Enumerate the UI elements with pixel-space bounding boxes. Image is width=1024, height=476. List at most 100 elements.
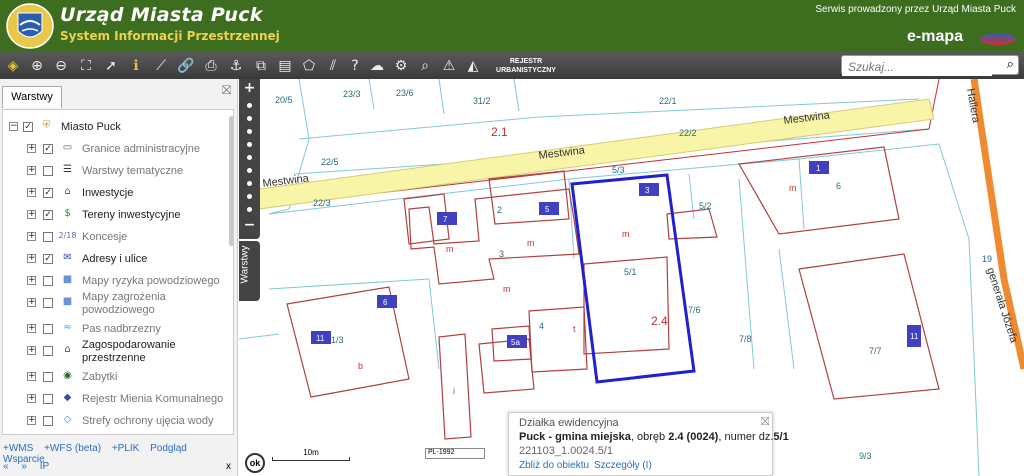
compare-icon[interactable]: ⧉	[251, 56, 271, 76]
expand-icon[interactable]: +	[27, 188, 36, 197]
details-link[interactable]: Szczegóły (I)	[594, 460, 652, 471]
expand-icon[interactable]: +	[27, 254, 36, 263]
expand-icon[interactable]: +	[27, 346, 36, 355]
layer-checkbox[interactable]	[43, 346, 53, 356]
layer-checkbox[interactable]	[43, 166, 53, 176]
popup-parcel-id: 221103_1.0024.5/1	[519, 445, 613, 457]
anchor-icon[interactable]: ⚓	[226, 56, 246, 76]
root-checkbox[interactable]: ✓	[23, 122, 33, 132]
rejestr-urbanistyczny-button[interactable]: REJESTR URBANISTYCZNY	[494, 57, 558, 75]
layer-checkbox[interactable]: ✓	[43, 144, 53, 154]
collapse-icon[interactable]: −	[9, 122, 18, 131]
expand-icon[interactable]: +	[27, 298, 36, 307]
zoom-out-button[interactable]: −	[239, 217, 260, 233]
layer-checkbox[interactable]	[43, 298, 53, 308]
layer-label: powodziowego	[82, 304, 155, 316]
expand-icon[interactable]: +	[27, 144, 36, 153]
panel-collapse-x[interactable]: x	[226, 461, 231, 472]
crs-select[interactable]: PL-1992	[425, 448, 485, 459]
zoom-in-button[interactable]: +	[239, 80, 260, 96]
add-wfs-link[interactable]: +WFS (beta)	[44, 443, 101, 454]
layer-checkbox[interactable]: ✓	[43, 188, 53, 198]
flood-risk-icon: ■	[62, 274, 73, 285]
zoom-level-dot[interactable]	[247, 194, 252, 199]
popup-text-nr: , numer dz.	[718, 431, 774, 443]
parcel-info-popup: Działka ewidencyjna ⛝ Puck - gmina miejs…	[508, 412, 789, 476]
map-label: 7/8	[739, 334, 752, 344]
zoom-in-icon[interactable]: ⊕	[27, 56, 47, 76]
expand-icon[interactable]: +	[27, 166, 36, 175]
layers-panel: Warstwy ⛝ − ✓ ⛨ Miasto Puck + ✓ ▭ Granice a…	[0, 79, 238, 476]
app-title: Urząd Miasta Puck	[60, 4, 263, 26]
add-wms-link[interactable]: +WMS	[3, 443, 33, 454]
tab-warstwy[interactable]: Warstwy	[2, 86, 62, 108]
layer-checkbox[interactable]	[43, 324, 53, 334]
expand-icon[interactable]: +	[27, 372, 36, 381]
address-number: 6	[383, 298, 388, 307]
zoom-out-icon[interactable]: ⊖	[51, 56, 71, 76]
warning-icon[interactable]: ⚠	[439, 56, 459, 76]
zoom-level-dot[interactable]	[247, 129, 252, 134]
cloud-download-icon[interactable]: ☁	[367, 56, 387, 76]
expand-icon[interactable]: +	[27, 324, 36, 333]
hatch-icon[interactable]: ⫽	[323, 56, 343, 76]
settings-icon[interactable]: ⚙	[391, 56, 411, 76]
search-input[interactable]	[842, 58, 992, 76]
lock-icon[interactable]: ◭	[463, 56, 483, 76]
panel-close-icon[interactable]: ⛝	[222, 83, 231, 98]
zoom-slider[interactable]: + −	[239, 79, 260, 239]
layer-label: Granice administracyjne	[82, 143, 200, 155]
layer-checkbox[interactable]	[43, 232, 53, 242]
expand-icon[interactable]: +	[27, 394, 36, 403]
expand-icon[interactable]: +	[27, 232, 36, 241]
zoom-level-dot[interactable]	[247, 116, 252, 121]
layer-checkbox[interactable]	[43, 416, 53, 426]
popup-close-icon[interactable]: ⛝	[761, 415, 769, 429]
building-label: i	[453, 386, 455, 396]
zoom-extent-icon[interactable]: ⛶	[76, 56, 96, 76]
ip-link[interactable]: IP	[40, 461, 49, 472]
address-number: 5a	[511, 338, 520, 347]
add-file-link[interactable]: +PLIK	[112, 443, 140, 454]
zoom-level-dot[interactable]	[247, 103, 252, 108]
search-map-icon[interactable]: ⌕	[415, 56, 435, 76]
zoning-icon: ⌂	[64, 344, 71, 355]
layers-scrollbar[interactable]	[229, 116, 233, 246]
layer-label: Mapy zagrożenia	[82, 291, 166, 303]
expand-icon[interactable]: +	[27, 416, 36, 425]
layer-checkbox[interactable]	[43, 394, 53, 404]
map-label: 22/2	[679, 128, 697, 138]
search-box[interactable]: ⌕	[841, 55, 1019, 76]
ok-button[interactable]: ok	[245, 453, 265, 473]
expand-icon[interactable]: +	[27, 276, 36, 285]
next-link[interactable]: »	[21, 461, 27, 472]
street-labels: Mestwina Mestwina Mestwina generała Józe…	[262, 87, 1020, 345]
info-icon[interactable]: ℹ	[126, 56, 146, 76]
water-zone-icon: ◇	[63, 414, 72, 425]
popup-text-obreb: , obręb	[630, 431, 669, 443]
measure-icon[interactable]: ⟋	[151, 56, 171, 76]
preview-link[interactable]: Podgląd	[150, 443, 187, 454]
zoom-level-dot[interactable]	[247, 142, 252, 147]
layers-icon[interactable]: ◈	[3, 56, 23, 76]
zoom-to-object-link[interactable]: Zbliż do obiektu	[519, 460, 589, 471]
layout-icon[interactable]: ▤	[275, 56, 295, 76]
print-icon[interactable]: ⎙	[201, 56, 221, 76]
search-icon[interactable]: ⌕	[1007, 57, 1014, 72]
map-view[interactable]: 20/5 23/3 23/6 31/2 22/1 22/2 22/5 5/3 2…	[239, 79, 1024, 476]
zoom-level-dot[interactable]	[247, 181, 252, 186]
prev-link[interactable]: «	[3, 461, 9, 472]
shape-icon[interactable]: ⬠	[299, 56, 319, 76]
link-icon[interactable]: 🔗	[176, 56, 196, 76]
expand-icon[interactable]: +	[27, 210, 36, 219]
select-pointer-icon[interactable]: ➚	[101, 56, 121, 76]
warstwy-side-toggle[interactable]: Warstwy	[239, 241, 260, 301]
layer-checkbox[interactable]	[43, 276, 53, 286]
zoom-level-dot[interactable]	[247, 207, 252, 212]
layer-checkbox[interactable]: ✓	[43, 210, 53, 220]
help-icon[interactable]: ?	[345, 56, 365, 76]
layer-checkbox[interactable]	[43, 372, 53, 382]
layer-checkbox[interactable]: ✓	[43, 254, 53, 264]
zoom-level-dot[interactable]	[247, 168, 252, 173]
zoom-level-dot[interactable]	[247, 155, 252, 160]
